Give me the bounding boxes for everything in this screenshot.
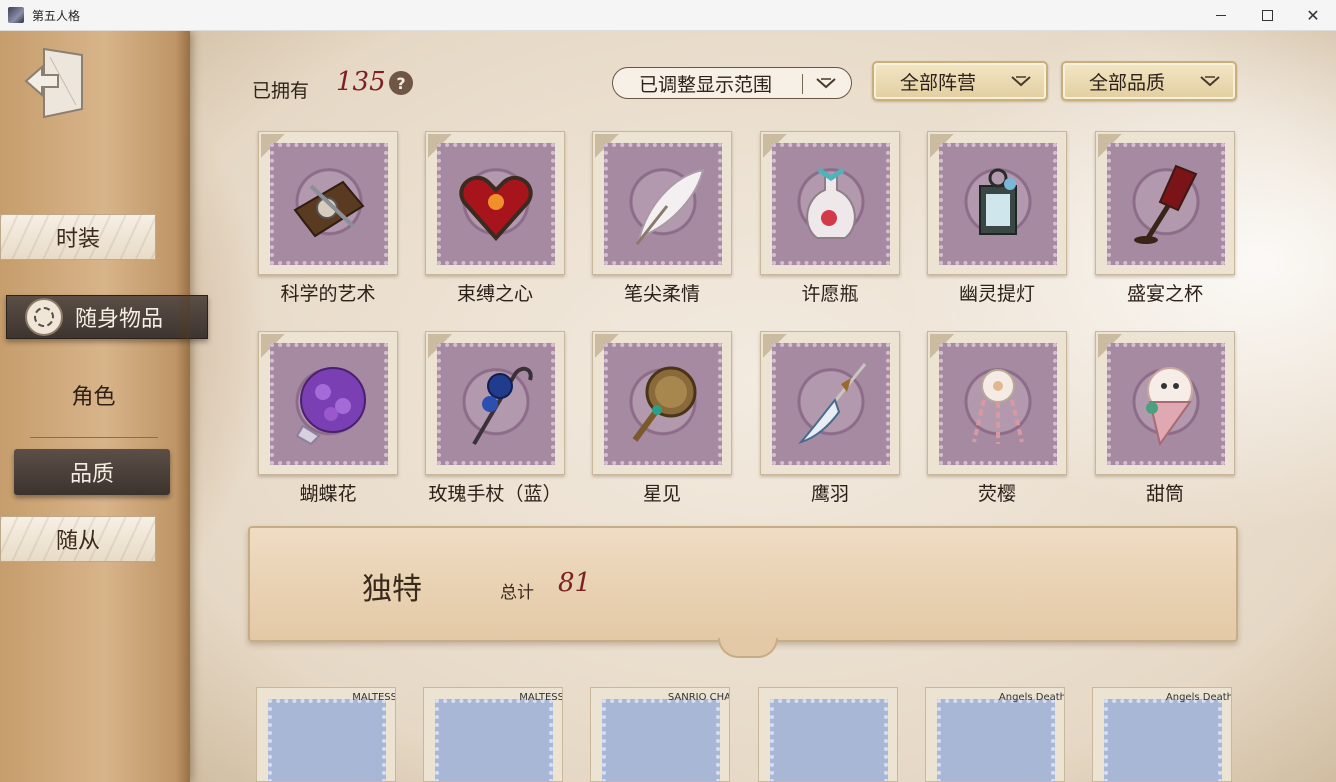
close-button[interactable]: ✕ — [1290, 0, 1336, 30]
exit-door-icon — [24, 47, 83, 119]
range-dropdown[interactable]: 已调整显示范围 — [612, 67, 852, 99]
item-card[interactable]: MALTESS — [423, 687, 563, 782]
item-stamp — [927, 331, 1067, 475]
window-titlebar: 第五人格 ✕ — [0, 0, 1336, 31]
owned-label: 已拥有 — [252, 80, 310, 102]
minimize-icon — [1216, 14, 1226, 16]
tab-follower[interactable]: 随从 — [0, 516, 156, 562]
tab-accessories[interactable]: 随身物品 — [6, 295, 208, 339]
minimize-button[interactable] — [1198, 0, 1244, 30]
bound-heart-icon — [459, 175, 533, 242]
item-name: 盛宴之杯 — [1126, 283, 1203, 305]
section-total-count: 81 — [558, 568, 592, 598]
item-card[interactable]: 束缚之心 — [425, 131, 565, 311]
item-stamp — [258, 331, 398, 475]
feast-goblet-icon — [1134, 164, 1198, 244]
item-stamp — [1095, 131, 1235, 275]
item-card[interactable]: 盛宴之杯 — [1095, 131, 1235, 311]
camp-dropdown[interactable]: 全部阵营 — [872, 61, 1048, 101]
quality-dropdown[interactable]: 全部品质 — [1061, 61, 1237, 101]
eagle-feather-icon — [798, 363, 867, 444]
quality-dropdown-label: 全部品质 — [1089, 71, 1166, 94]
game-viewport: 时装 随身物品 角色 品质 随从 已拥有 135 ? 已调整显示范围 全部阵营 … — [0, 31, 1336, 782]
item-card[interactable]: 甜筒 — [1095, 331, 1235, 511]
item-stamp — [592, 331, 732, 475]
chevron-down-icon — [1011, 76, 1031, 87]
item-tag: Angels Death — [998, 692, 1065, 703]
item-card[interactable]: 荧樱 — [927, 331, 1067, 511]
section-title: 独特 — [362, 572, 422, 607]
item-card[interactable]: 许愿瓶 — [760, 131, 900, 311]
item-card[interactable]: Angels Death — [1092, 687, 1232, 782]
item-stamp — [1095, 331, 1235, 475]
item-tag: MALTESS — [519, 692, 563, 703]
item-stamp — [425, 331, 565, 475]
item-card[interactable]: SANRIO CHA — [590, 687, 730, 782]
back-button[interactable] — [18, 45, 86, 119]
item-tag: MALTESS — [352, 692, 396, 703]
maximize-icon — [1261, 9, 1273, 21]
help-icon[interactable]: ? — [389, 71, 413, 95]
item-stamp — [592, 131, 732, 275]
item-stamp — [425, 131, 565, 275]
item-stamp — [927, 131, 1067, 275]
wishing-bottle-icon — [806, 167, 856, 239]
item-card[interactable]: 幽灵提灯 — [927, 131, 1067, 311]
accessory-badge-icon — [25, 298, 63, 336]
item-card[interactable]: 笔尖柔情 — [592, 131, 732, 311]
item-stamp — [258, 131, 398, 275]
owned-count: 135 — [336, 67, 386, 97]
item-tag: SANRIO CHA — [667, 692, 730, 703]
item-card[interactable]: 星见 — [592, 331, 732, 511]
item-stamp — [760, 331, 900, 475]
item-name: 甜筒 — [1145, 483, 1184, 505]
star-mirror-icon — [632, 366, 697, 442]
item-card[interactable]: 蝴蝶花 — [258, 331, 398, 511]
chevron-down-icon — [816, 78, 836, 89]
subtab-divider — [30, 437, 158, 438]
app-icon — [8, 7, 24, 23]
tab-costume-label: 时装 — [55, 227, 100, 252]
item-card[interactable]: 玫瑰手杖（蓝） — [425, 331, 565, 511]
tab-costume[interactable]: 时装 — [0, 214, 156, 260]
sidebar: 时装 随身物品 角色 品质 随从 — [0, 31, 208, 782]
glow-sakura-icon — [972, 369, 1024, 444]
camp-dropdown-label: 全部阵营 — [900, 71, 977, 94]
rose-cane-icon — [472, 366, 533, 446]
item-tag: Angels Death — [1165, 692, 1232, 703]
subtab-quality[interactable]: 品质 — [14, 449, 170, 495]
section-total-label: 总计 — [500, 583, 534, 603]
butterfly-flower-icon — [295, 367, 366, 446]
ice-cream-cone-icon — [1146, 367, 1193, 447]
item-stamp — [760, 131, 900, 275]
tab-follower-label: 随从 — [55, 529, 100, 554]
quality-section-banner: 独特 总计 81 — [248, 526, 1238, 658]
ghost-lantern-icon — [979, 168, 1017, 235]
science-art-icon — [293, 180, 365, 238]
tab-accessories-label: 随身物品 — [75, 307, 164, 332]
item-card[interactable]: 鹰羽 — [760, 331, 900, 511]
item-card[interactable]: Angels Death — [925, 687, 1065, 782]
window-controls: ✕ — [1198, 0, 1336, 30]
item-card[interactable] — [758, 687, 898, 782]
window-title: 第五人格 — [32, 8, 81, 23]
range-dropdown-label: 已调整显示范围 — [639, 73, 773, 96]
chevron-down-icon — [1200, 76, 1220, 87]
quill-pen-icon — [635, 168, 705, 245]
item-card[interactable]: MALTESS — [256, 687, 396, 782]
item-card[interactable]: 科学的艺术 — [258, 131, 398, 311]
subtab-character[interactable]: 角色 — [16, 379, 171, 411]
maximize-button[interactable] — [1244, 0, 1290, 30]
